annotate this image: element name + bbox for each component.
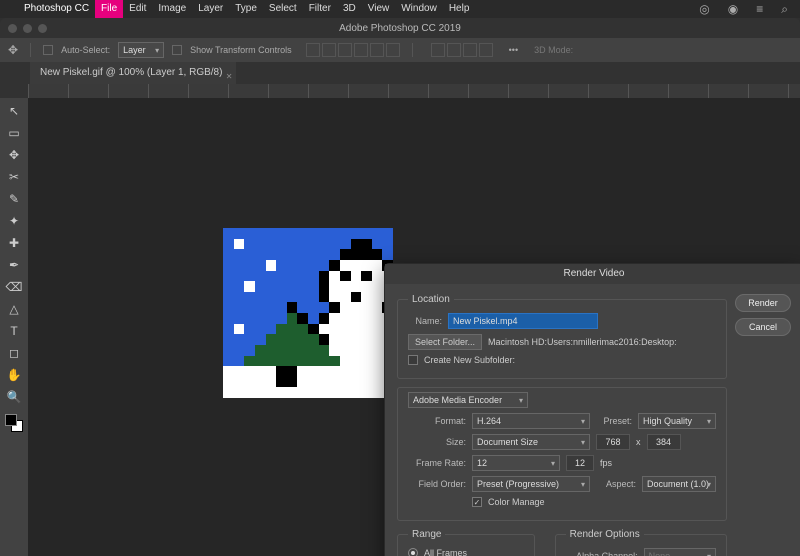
tool-type[interactable]: T [4,322,24,340]
auto-select-label: Auto-Select: [61,45,110,55]
create-subfolder-label: Create New Subfolder: [424,355,515,365]
mac-menu-bar: Photoshop CC File Edit Image Layer Type … [0,0,800,18]
document-tabs: New Piskel.gif @ 100% (Layer 1, RGB/8) ✕ [0,62,800,84]
menu-edit[interactable]: Edit [123,0,152,18]
menu-image[interactable]: Image [152,0,192,18]
all-frames-radio[interactable] [408,548,418,556]
tool-hand[interactable]: ✋ [4,366,24,384]
filename-input[interactable] [448,313,598,329]
search-icon[interactable]: ⌕ [775,0,794,18]
field-order-label: Field Order: [408,479,466,489]
menu-view[interactable]: View [362,0,396,18]
tool-stamp[interactable]: ✒ [4,256,24,274]
frame-rate-input[interactable] [566,455,594,471]
color-manage-checkbox[interactable]: ✓ [472,497,482,507]
mode-3d-label: 3D Mode: [534,45,573,55]
distribute-buttons[interactable] [431,43,493,57]
aspect-select[interactable]: Document (1.0) [642,476,716,492]
options-bar: ✥ Auto-Select: Layer Show Transform Cont… [0,38,800,62]
canvas-area: Render Video Location Name: Select Folde… [28,98,800,556]
apple-icon[interactable] [6,0,18,18]
auto-select-target[interactable]: Layer [118,42,164,58]
tool-heal[interactable]: ✦ [4,212,24,230]
move-tool-icon: ✥ [8,43,18,57]
field-order-select[interactable]: Preset (Progressive) [472,476,590,492]
preset-select[interactable]: High Quality [638,413,716,429]
frame-rate-label: Frame Rate: [408,458,466,468]
tool-lasso[interactable]: ✥ [4,146,24,164]
tool-crop[interactable]: ✂ [4,168,24,186]
document-tab[interactable]: New Piskel.gif @ 100% (Layer 1, RGB/8) ✕ [30,62,236,84]
select-folder-button[interactable]: Select Folder... [408,334,482,350]
document-canvas[interactable] [223,228,393,398]
document-tab-label: New Piskel.gif @ 100% (Layer 1, RGB/8) [40,67,222,78]
location-group: Location Name: Select Folder... Macintos… [397,294,727,379]
render-options-group: Render Options Alpha Channel:None 3D Qua… [555,529,727,556]
tool-eraser[interactable]: ⌫ [4,278,24,296]
height-input[interactable] [647,434,681,450]
location-legend: Location [408,294,454,305]
menu-filter[interactable]: Filter [303,0,337,18]
folder-path: Macintosh HD:Users:nmillerimac2016:Deskt… [488,337,677,347]
menu-3d[interactable]: 3D [337,0,362,18]
show-transform-checkbox[interactable] [172,45,182,55]
name-label: Name: [408,316,442,326]
color-swatches[interactable] [5,414,23,432]
encoder-select[interactable]: Adobe Media Encoder [408,392,528,408]
horizontal-ruler [28,84,800,98]
preset-label: Preset: [596,416,632,426]
status-icon: ◎ [693,0,715,18]
menu-layer[interactable]: Layer [192,0,229,18]
render-options-legend: Render Options [566,529,644,540]
tool-gradient[interactable]: △ [4,300,24,318]
render-button[interactable]: Render [735,294,791,312]
size-select[interactable]: Document Size [472,434,590,450]
menu-file[interactable]: File [95,0,123,18]
auto-select-checkbox[interactable] [43,45,53,55]
x-label: x [636,437,641,447]
photoshop-window: Adobe Photoshop CC 2019 ✥ Auto-Select: L… [0,18,800,554]
align-buttons[interactable] [306,43,400,57]
fps-label: fps [600,458,612,468]
window-title: Adobe Photoshop CC 2019 [0,23,800,34]
menu-photoshop[interactable]: Photoshop CC [18,0,95,18]
width-input[interactable] [596,434,630,450]
tool-zoom[interactable]: 🔍 [4,388,24,406]
range-group: Range All Frames Currently Selected Fram… [397,529,535,556]
alpha-select: None [644,548,716,556]
format-label: Format: [408,416,466,426]
create-subfolder-checkbox[interactable] [408,355,418,365]
close-tab-icon[interactable]: ✕ [226,66,233,88]
tool-brush[interactable]: ✚ [4,234,24,252]
render-video-dialog: Render Video Location Name: Select Folde… [384,263,800,556]
status-icon: ◉ [722,0,744,18]
color-manage-label: Color Manage [488,497,545,507]
status-icon: ≡ [750,0,769,18]
range-legend: Range [408,529,445,540]
show-transform-label: Show Transform Controls [190,45,292,55]
menu-select[interactable]: Select [263,0,303,18]
encoder-group: Adobe Media Encoder Format: H.264 Preset… [397,387,727,521]
format-select[interactable]: H.264 [472,413,590,429]
frame-rate-select[interactable]: 12 [472,455,560,471]
menu-window[interactable]: Window [395,0,443,18]
tool-move[interactable]: ↖ [4,102,24,120]
menu-help[interactable]: Help [443,0,476,18]
tool-marquee[interactable]: ▭ [4,124,24,142]
tools-panel: ↖ ▭ ✥ ✂ ✎ ✦ ✚ ✒ ⌫ △ T ◻ ✋ 🔍 [0,98,28,556]
tool-shape[interactable]: ◻ [4,344,24,362]
menu-type[interactable]: Type [229,0,263,18]
tool-eyedrop[interactable]: ✎ [4,190,24,208]
cancel-button[interactable]: Cancel [735,318,791,336]
window-titlebar: Adobe Photoshop CC 2019 [0,18,800,38]
all-frames-label: All Frames [424,548,467,556]
dialog-title: Render Video [385,264,800,284]
size-label: Size: [408,437,466,447]
aspect-label: Aspect: [596,479,636,489]
